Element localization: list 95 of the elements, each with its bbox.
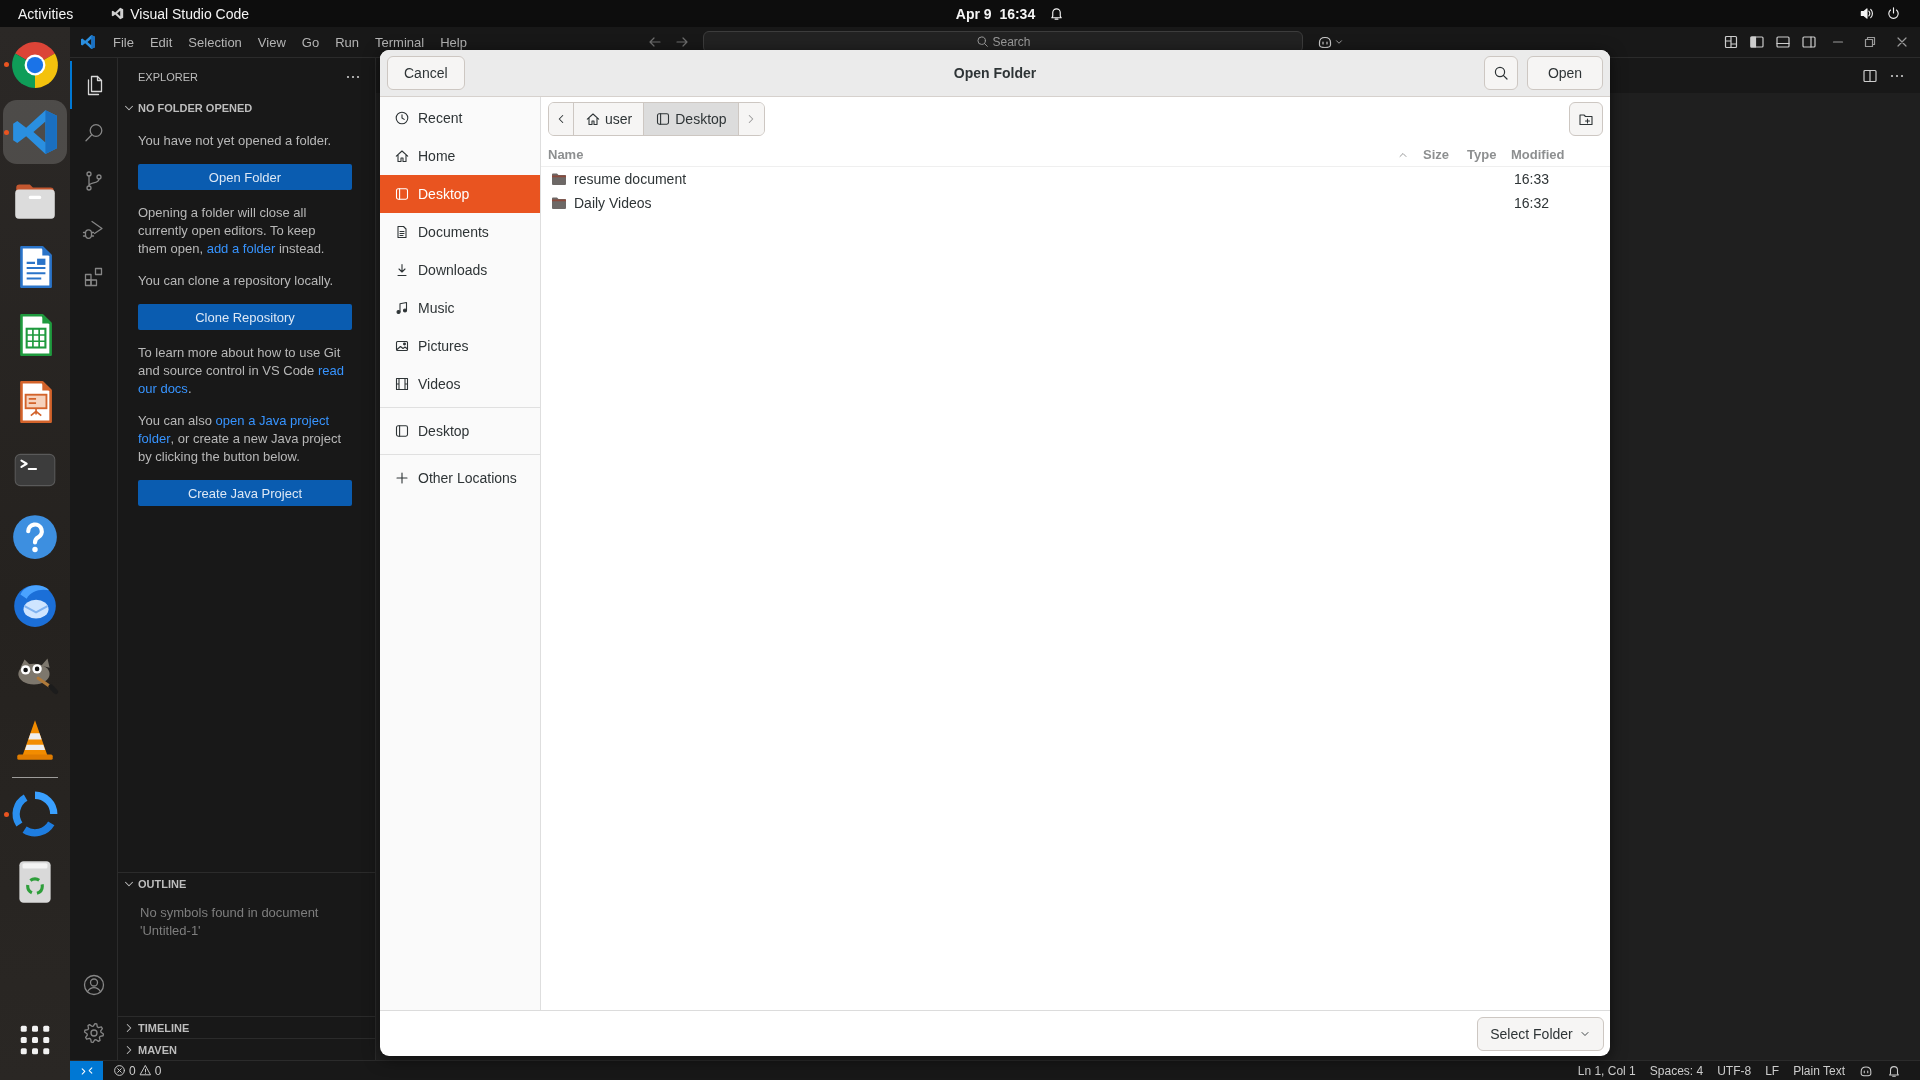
- section-header[interactable]: TIMELINE: [118, 1016, 375, 1038]
- restore-icon[interactable]: [1862, 34, 1878, 50]
- error-icon: [113, 1064, 126, 1077]
- message-text: Opening a folder will close all currently open editors. To keep them open, add a folder instead.: [138, 204, 326, 258]
- action-button[interactable]: Clone Repository: [138, 304, 352, 330]
- place-item[interactable]: Other Locations: [380, 459, 540, 497]
- link[interactable]: open a Java project: [215, 413, 330, 428]
- music-note-icon: [394, 300, 410, 316]
- menu-item[interactable]: Edit: [141, 31, 181, 53]
- message-text: You have not yet opened a folder.: [138, 132, 333, 150]
- split-editor-icon[interactable]: [1862, 67, 1878, 84]
- place-item[interactable]: Documents: [380, 213, 540, 251]
- home-icon: [585, 111, 601, 127]
- search-icon: [975, 35, 989, 48]
- activities-button[interactable]: Activities: [18, 0, 74, 27]
- status-item[interactable]: UTF-8: [1710, 1061, 1759, 1080]
- layout-icon[interactable]: [1723, 34, 1739, 50]
- section-header[interactable]: OUTLINE: [118, 872, 375, 894]
- film-icon: [394, 376, 410, 392]
- account-icon[interactable]: [81, 973, 106, 997]
- plus-icon: [394, 470, 410, 486]
- link[interactable]: folder: [138, 431, 171, 446]
- tricolor-ring-icon: [10, 39, 60, 90]
- place-item[interactable]: Recent: [380, 99, 540, 137]
- document-icon: [394, 224, 410, 240]
- folder-icon: [551, 171, 567, 187]
- action-button[interactable]: Create Java Project: [138, 480, 352, 506]
- picture-icon: [394, 338, 410, 354]
- problems-button[interactable]: 0 0: [103, 1061, 172, 1080]
- sidebar-title: EXPLORER: [138, 71, 198, 83]
- settings-icon[interactable]: [81, 1021, 106, 1045]
- menu-item[interactable]: Selection: [180, 31, 250, 53]
- place-item[interactable]: Videos: [380, 365, 540, 403]
- home-icon: [394, 148, 410, 164]
- download-icon: [394, 262, 410, 278]
- search-field[interactable]: Search: [702, 31, 1303, 53]
- status-item[interactable]: LF: [1758, 1061, 1787, 1080]
- panel-bottom-icon[interactable]: [1775, 34, 1791, 50]
- bell-icon[interactable]: [1887, 1063, 1901, 1078]
- cancel-button[interactable]: Cancel: [387, 56, 465, 90]
- power-icon[interactable]: [1886, 6, 1901, 21]
- remote-button[interactable]: [70, 1061, 103, 1080]
- place-item[interactable]: Music: [380, 289, 540, 327]
- filter-dropdown[interactable]: Select Folder: [1477, 1016, 1604, 1051]
- file-name[interactable]: Daily Videos: [574, 195, 652, 211]
- menu-item[interactable]: Go: [293, 31, 328, 53]
- section-header[interactable]: NO FOLDER OPENED: [118, 96, 375, 118]
- robot-face-icon[interactable]: [1859, 1063, 1873, 1078]
- app-menu-button[interactable]: Visual Studio Code: [111, 0, 250, 27]
- message-text: To learn more about how to use Git and source control in VS Code read our docs.: [138, 344, 345, 398]
- search-button[interactable]: [1484, 56, 1518, 90]
- panel-square-icon: [394, 423, 410, 439]
- place-item[interactable]: Downloads: [380, 251, 540, 289]
- folder-icon: [551, 195, 567, 211]
- empty-message: No symbols found in document 'Untitled-1': [139, 904, 320, 940]
- place-item[interactable]: Desktop: [380, 175, 540, 213]
- link[interactable]: read: [317, 363, 344, 378]
- modified-time: 16:33: [1513, 171, 1551, 187]
- action-button[interactable]: Open Folder: [138, 164, 352, 190]
- status-item[interactable]: Spaces: 4: [1642, 1061, 1711, 1080]
- status-item[interactable]: Plain Text: [1786, 1061, 1852, 1080]
- place-item[interactable]: Home: [380, 137, 540, 175]
- new-folder-button[interactable]: [1569, 102, 1603, 136]
- ribbon-logo-icon: [111, 7, 125, 20]
- menu-item[interactable]: File: [105, 31, 142, 53]
- message-text: You can clone a repository locally.: [138, 272, 335, 290]
- message-text: You can also open a Java project folder, or create a new Java project by clicking the button below.: [138, 412, 343, 466]
- link[interactable]: our docs: [138, 381, 188, 396]
- panel-square-icon: [655, 111, 672, 127]
- robot-face-icon[interactable]: [1316, 34, 1333, 50]
- path-button[interactable]: Desktop: [644, 103, 739, 135]
- place-item[interactable]: Pictures: [380, 327, 540, 365]
- sidebar-right-icon[interactable]: [1801, 34, 1817, 50]
- volume-icon[interactable]: [1859, 6, 1874, 21]
- ribbon-logo-icon: [79, 34, 96, 50]
- dialog-title: Open Folder: [953, 65, 1037, 81]
- new-folder-icon: [1578, 111, 1594, 127]
- place-item[interactable]: Desktop: [380, 412, 540, 450]
- status-item[interactable]: Ln 1, Col 1: [1570, 1061, 1643, 1080]
- panel-square-icon: [394, 186, 410, 202]
- bell-icon: [1049, 6, 1065, 21]
- clock-icon: [394, 110, 410, 126]
- menu-item[interactable]: Run: [327, 31, 367, 53]
- sidebar-left-icon[interactable]: [1749, 34, 1765, 50]
- file-name[interactable]: resume document: [574, 171, 687, 187]
- open-button[interactable]: Open: [1527, 56, 1603, 90]
- warning-icon: [138, 1064, 152, 1077]
- menu-item[interactable]: Terminal: [367, 31, 433, 53]
- search-icon: [1493, 65, 1509, 81]
- caret-icon[interactable]: [1333, 37, 1344, 47]
- menu-item[interactable]: Help: [432, 31, 475, 53]
- clock-button[interactable]: Apr 9 16:34: [955, 0, 1065, 27]
- link[interactable]: add a folder: [206, 241, 276, 256]
- menu-item[interactable]: View: [249, 31, 294, 53]
- modified-time: 16:32: [1513, 195, 1551, 211]
